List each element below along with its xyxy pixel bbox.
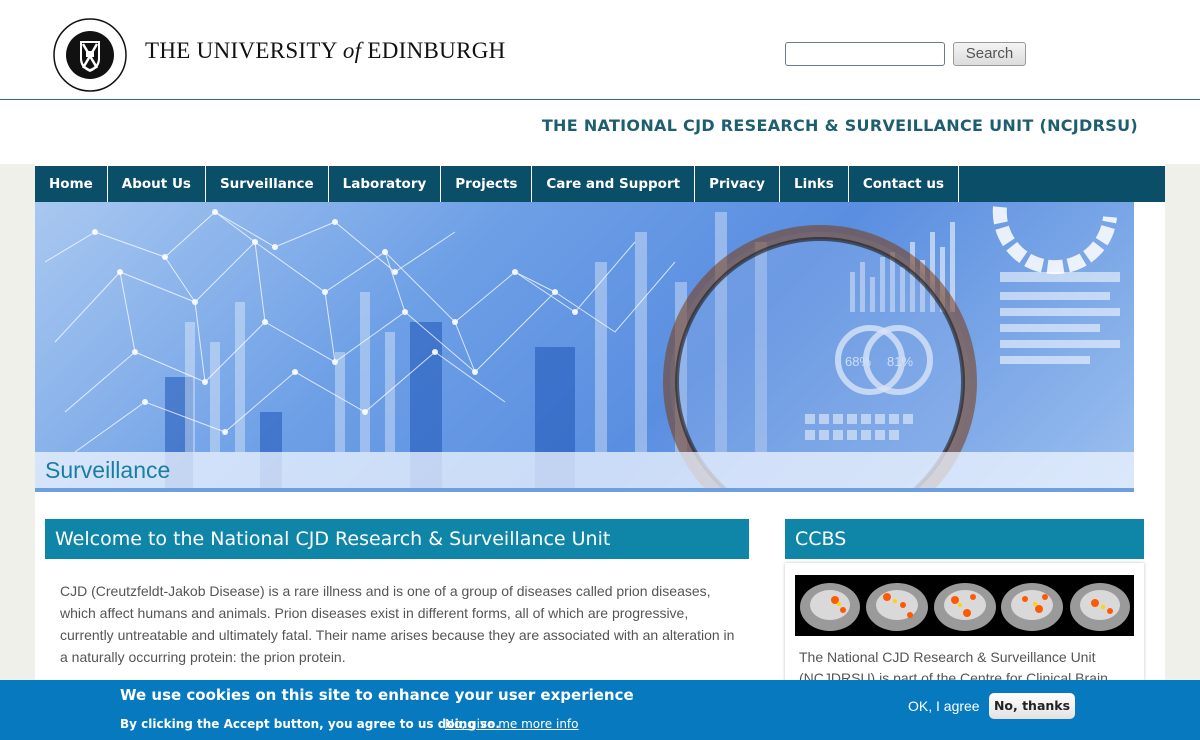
nav-item-privacy[interactable]: Privacy <box>695 166 780 202</box>
banner-graphic: 68% 81% <box>44 206 1120 492</box>
nav-item-about-us[interactable]: About Us <box>108 166 206 202</box>
brain-scans-image[interactable] <box>795 575 1134 636</box>
unit-title: THE NATIONAL CJD RESEARCH & SURVEILLANCE… <box>541 116 1138 135</box>
cookie-title: We use cookies on this site to enhance y… <box>120 686 634 704</box>
banner-image: 68% 81% Surveillance <box>35 202 1134 492</box>
nav-item-projects[interactable]: Projects <box>441 166 533 202</box>
banner-stripe <box>35 488 1134 492</box>
cookie-decline-button[interactable]: No, thanks <box>989 693 1075 719</box>
university-crest-logo[interactable] <box>53 18 127 92</box>
intro-paragraph: CJD (Creutzfeldt-Jakob Disease) is a rar… <box>60 583 735 665</box>
main-nav: Home About Us Surveillance Laboratory Pr… <box>35 166 1165 202</box>
cookie-banner: We use cookies on this site to enhance y… <box>0 680 1200 740</box>
banner-caption: Surveillance <box>35 452 1134 488</box>
cookie-more-info-link[interactable]: No, give me more info <box>445 717 579 731</box>
university-name-of: of <box>342 38 362 63</box>
nav-item-care-and-support[interactable]: Care and Support <box>532 166 696 202</box>
search-input[interactable] <box>785 42 945 66</box>
banner-title: Surveillance <box>45 457 171 483</box>
site-header: THE UNIVERSITY of EDINBURGH Search <box>0 0 1200 100</box>
cookie-text: By clicking the Accept button, you agree… <box>120 717 500 731</box>
nav-item-laboratory[interactable]: Laboratory <box>329 166 442 202</box>
ccbs-heading: CCBS <box>785 519 1144 559</box>
university-name-part: THE UNIVERSITY <box>145 38 343 63</box>
cookie-agree-button[interactable]: OK, I agree <box>908 698 980 714</box>
nav-item-contact-us[interactable]: Contact us <box>849 166 959 202</box>
nav-item-home[interactable]: Home <box>35 166 108 202</box>
nav-item-surveillance[interactable]: Surveillance <box>206 166 329 202</box>
search-button[interactable]: Search <box>953 42 1026 66</box>
unit-title-band: THE NATIONAL CJD RESEARCH & SURVEILLANCE… <box>0 101 1200 164</box>
welcome-heading: Welcome to the National CJD Research & S… <box>45 519 749 559</box>
nav-item-links[interactable]: Links <box>780 166 849 202</box>
university-name-part: EDINBURGH <box>361 38 506 63</box>
university-name[interactable]: THE UNIVERSITY of EDINBURGH <box>145 38 506 64</box>
